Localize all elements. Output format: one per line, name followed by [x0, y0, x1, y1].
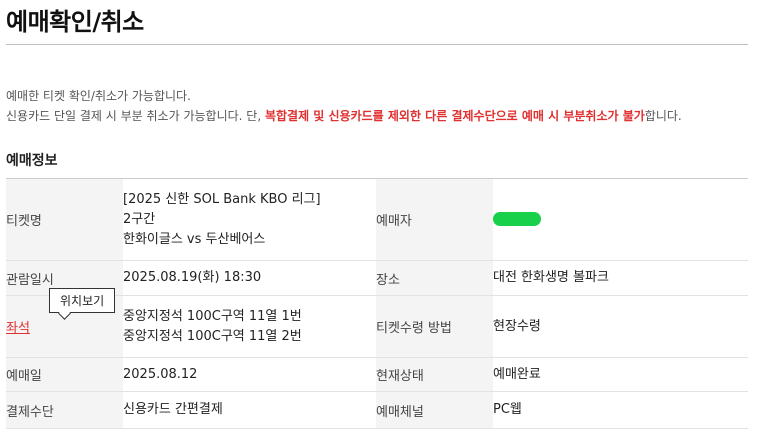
booking-date-value: 2025.08.12 [123, 357, 376, 392]
seat-value: 중앙지정석 100C구역 11열 1번 중앙지정석 100C구역 11열 2번 [123, 295, 376, 358]
section-title: 예매정보 [6, 153, 58, 169]
notice-line-2-prefix: 신용카드 단일 결제 시 부분 취소가 가능합니다. 단, [6, 109, 265, 123]
ticket-name-line: [2025 신한 SOL Bank KBO 리그] [123, 191, 321, 207]
table-row: 결제수단 신용카드 간편결제 예매체널 PC웹 [6, 391, 748, 429]
notice-text: 예매한 티켓 확인/취소가 가능합니다. 신용카드 단일 결제 시 부분 취소가… [6, 86, 682, 126]
ticket-name-value: [2025 신한 SOL Bank KBO 리그] 2구간 한화이글스 vs 두… [123, 178, 376, 261]
ticket-name-label: 티켓명 [6, 178, 123, 261]
booker-value [493, 178, 748, 261]
notice-line-2-highlight: 복합결제 및 신용카드를 제외한 다른 결제수단으로 예매 시 부분취소가 불가 [264, 109, 645, 123]
status-value: 예매완료 [493, 357, 748, 392]
booker-label: 예매자 [376, 178, 493, 261]
booking-channel-value: PC웹 [493, 391, 748, 429]
notice-line-2-suffix: 합니다. [644, 109, 682, 123]
venue-value: 대전 한화생명 볼파크 [493, 260, 748, 296]
booking-info-table: 티켓명 [2025 신한 SOL Bank KBO 리그] 2구간 한화이글스 … [6, 178, 748, 429]
status-label: 현재상태 [376, 357, 493, 392]
page-title: 예매확인/취소 [6, 8, 144, 36]
ticket-name-line: 2구간 [123, 211, 156, 227]
table-row: 관람일시 2025.08.19(화) 18:30 장소 대전 한화생명 볼파크 [6, 260, 748, 296]
booking-date-label: 예매일 [6, 357, 123, 392]
payment-method-label: 결제수단 [6, 391, 123, 429]
title-divider [6, 44, 748, 45]
table-row: 좌석 위치보기 중앙지정석 100C구역 11열 1번 중앙지정석 100C구역… [6, 288, 748, 358]
seat-location-tooltip[interactable]: 위치보기 [49, 288, 116, 313]
ticket-receive-label: 티켓수령 방법 [376, 295, 493, 358]
notice-line-1: 예매한 티켓 확인/취소가 가능합니다. [6, 89, 191, 103]
seat-line: 중앙지정석 100C구역 11열 2번 [123, 328, 302, 344]
seat-line: 중앙지정석 100C구역 11열 1번 [123, 308, 302, 324]
table-row: 예매일 2025.08.12 현재상태 예매완료 [6, 357, 748, 392]
viewing-date-value: 2025.08.19(화) 18:30 [123, 260, 376, 296]
ticket-name-line: 한화이글스 vs 두산베어스 [123, 231, 266, 247]
seat-label-cell: 좌석 위치보기 [6, 288, 123, 358]
seat-link[interactable]: 좌석 [6, 321, 30, 336]
ticket-receive-value: 현장수령 [493, 295, 748, 358]
booking-channel-label: 예매체널 [376, 391, 493, 429]
notice-line-2: 신용카드 단일 결제 시 부분 취소가 가능합니다. 단, 복합결제 및 신용카… [6, 106, 682, 126]
redacted-booker-name [493, 212, 541, 226]
venue-label: 장소 [376, 260, 493, 296]
payment-method-value: 신용카드 간편결제 [123, 391, 376, 429]
table-row: 티켓명 [2025 신한 SOL Bank KBO 리그] 2구간 한화이글스 … [6, 178, 748, 261]
